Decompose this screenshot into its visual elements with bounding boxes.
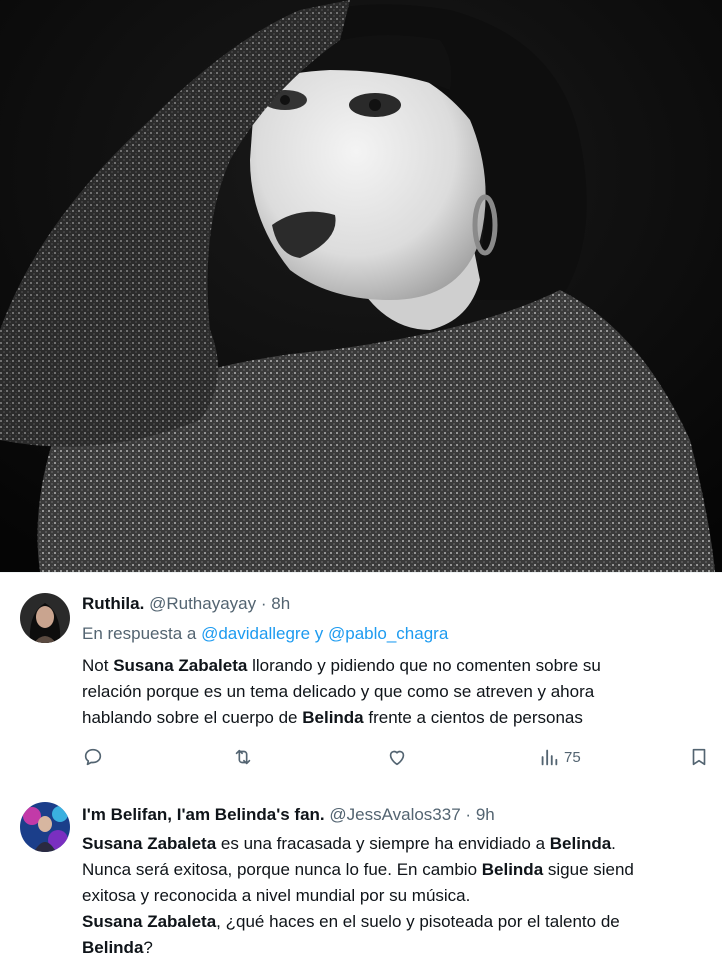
display-name[interactable]: Ruthila. — [82, 594, 144, 613]
user-handle[interactable]: @Ruthayayay — [149, 594, 256, 613]
like-icon — [389, 750, 405, 766]
avatar[interactable] — [20, 593, 70, 643]
text-line: relación porque es un tema delicado y qu… — [82, 682, 595, 701]
like-button[interactable] — [386, 745, 408, 769]
bold-name: Susana Zabaleta — [113, 656, 248, 675]
reply-tweet[interactable]: I'm Belifan, I'am Belinda's fan. @JessAv… — [0, 786, 722, 962]
views-button[interactable]: 75 — [538, 745, 581, 769]
reply-icon — [84, 748, 102, 766]
text-line: Susana Zabaleta, ¿qué haces en el suelo … — [82, 912, 620, 931]
retweet-button[interactable] — [232, 745, 254, 769]
bold-name: Susana Zabaleta — [82, 834, 217, 853]
separator: · — [465, 805, 472, 824]
post-photo[interactable] — [0, 0, 722, 572]
retweet-icon — [235, 749, 251, 765]
bookmark-button[interactable] — [688, 745, 710, 769]
view-count: 75 — [564, 748, 581, 766]
views-icon — [541, 749, 558, 766]
display-name[interactable]: I'm Belifan, I'am Belinda's fan. — [82, 805, 325, 824]
bold-name: Susana Zabaleta — [82, 912, 217, 931]
bold-name: Belinda — [302, 708, 364, 727]
text-line: hablando sobre el cuerpo de Belinda fren… — [82, 708, 583, 727]
bookmark-icon — [692, 748, 706, 766]
reply-tweet[interactable]: Ruthila. @Ruthayayay · 8h En respuesta a… — [0, 572, 722, 787]
user-handle[interactable]: @JessAvalos337 — [329, 805, 460, 824]
text-line: Belinda? — [82, 938, 153, 957]
bold-name: Belinda — [549, 834, 612, 853]
text-line: Susana Zabaleta es una fracasada y siemp… — [82, 834, 616, 853]
reply-prefix: En respuesta a — [82, 624, 197, 643]
text-line: Nunca será exitosa, porque nunca lo fue.… — [82, 860, 634, 879]
tweet-header: Ruthila. @Ruthayayay · 8h — [82, 593, 290, 615]
reply-context: En respuesta a @davidallegre y @pablo_ch… — [82, 623, 448, 645]
tweet-text: Susana Zabaleta es una fracasada y siemp… — [82, 831, 634, 961]
bold-name: Belinda — [481, 860, 544, 879]
reply-joiner: y — [314, 624, 324, 643]
timestamp[interactable]: 8h — [271, 594, 290, 613]
separator: · — [260, 594, 267, 613]
tweet-text: Not Susana Zabaleta llorando y pidiendo … — [82, 653, 601, 731]
reply-button[interactable] — [82, 745, 104, 769]
bold-name: Belinda — [82, 938, 144, 957]
tweet-actions: 75 — [82, 745, 712, 769]
mention-link[interactable]: @pablo_chagra — [328, 624, 448, 643]
avatar[interactable] — [20, 802, 70, 852]
text-line: exitosa y reconocida a nivel mundial por… — [82, 886, 471, 905]
text-line: Not Susana Zabaleta llorando y pidiendo … — [82, 656, 601, 675]
tweet-header: I'm Belifan, I'am Belinda's fan. @JessAv… — [82, 804, 495, 826]
timestamp[interactable]: 9h — [476, 805, 495, 824]
mention-link[interactable]: @davidallegre — [201, 624, 310, 643]
